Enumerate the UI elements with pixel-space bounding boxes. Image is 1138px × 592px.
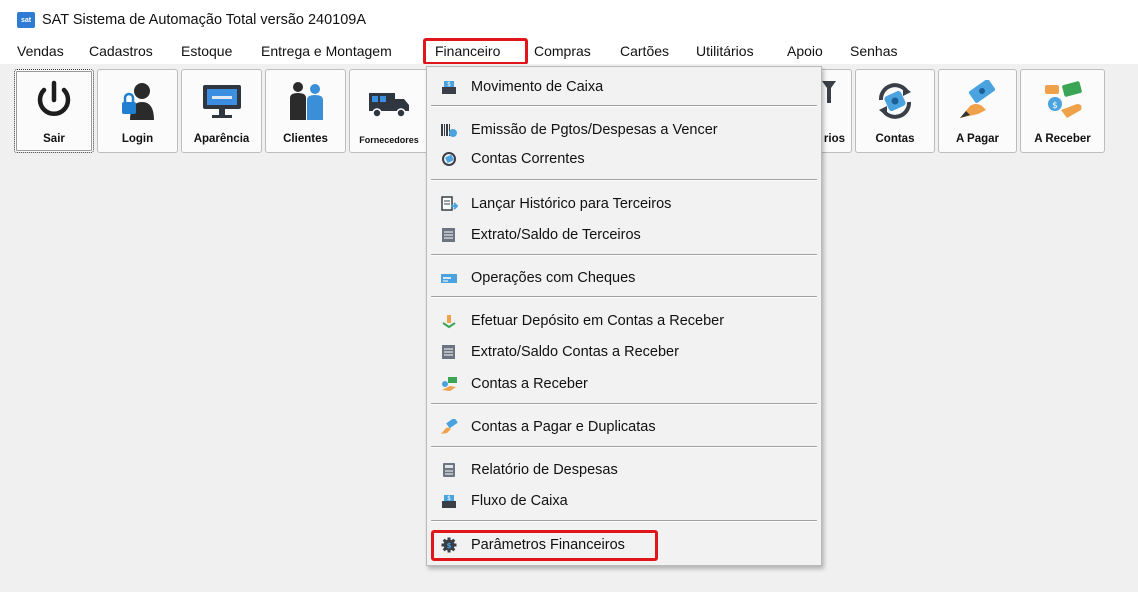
money-hand-icon [439,418,459,436]
menu-item-label: Parâmetros Financeiros [471,537,625,553]
report-icon [439,461,459,479]
menu-cadastros[interactable]: Cadastros [89,43,153,59]
menu-separator [431,446,817,448]
menu-item-label: Contas a Pagar e Duplicatas [471,419,656,435]
clients-icon [289,82,323,120]
money-receive-icon [439,375,459,393]
svg-text:$: $ [1052,101,1058,111]
truck-icon [369,93,409,118]
menu-item-contas-correntes[interactable]: Contas Correntes [427,145,821,173]
money-receive-icon: $ [1044,81,1082,118]
menu-financeiro[interactable]: Financeiro [435,43,501,59]
statement-icon [439,343,459,361]
menu-senhas[interactable]: Senhas [850,43,897,59]
reports-icon [822,81,836,103]
toolbar-label: Login [121,133,154,145]
menu-item-efetuar-deposito[interactable]: Efetuar Depósito em Contas a Receber [427,307,821,335]
menu-separator [431,403,817,405]
document-arrow-icon [439,195,459,213]
statement-icon [439,226,459,244]
power-icon [37,80,71,117]
menu-item-fluxo-de-caixa[interactable]: $ Fluxo de Caixa [427,487,821,515]
deposit-icon [439,312,459,330]
menu-item-label: Movimento de Caixa [471,79,604,95]
toolbar-aparencia-button[interactable]: Aparência [181,69,262,153]
toolbar-label: A Receber [1034,133,1091,145]
money-cycle-icon [879,83,911,119]
menu-item-relatorio-despesas[interactable]: Relatório de Despesas [427,456,821,484]
money-hand-icon [959,80,995,118]
menu-item-extrato-receber[interactable]: Extrato/Saldo Contas a Receber [427,338,821,366]
user-lock-icon [121,83,154,120]
toolbar-a-pagar-button[interactable]: A Pagar [938,69,1017,153]
menu-utilitarios[interactable]: Utilitários [696,43,754,59]
menu-separator [431,296,817,298]
menu-separator [431,254,817,256]
menu-item-label: Contas a Receber [471,376,588,392]
menu-item-emissao-pgtos[interactable]: Emissão de Pgtos/Despesas a Vencer [427,116,821,144]
money-cycle-icon [439,150,459,168]
menu-cartoes[interactable]: Cartões [620,43,669,59]
toolbar-login-button[interactable]: Login [97,69,178,153]
menu-vendas[interactable]: Vendas [17,43,64,59]
menu-separator [431,105,817,107]
toolbar-label: Aparência [193,133,250,145]
toolbar-contas-button[interactable]: Contas [855,69,935,153]
toolbar-fornecedores-button[interactable]: Fornecedores [349,69,429,153]
menu-entrega-montagem[interactable]: Entrega e Montagem [261,43,392,59]
menu-item-label: Operações com Cheques [471,270,636,286]
app-logo-icon: sat [17,12,35,28]
window-title: SAT Sistema de Automação Total versão 24… [42,12,367,28]
menu-apoio[interactable]: Apoio [787,43,823,59]
toolbar-label: A Pagar [955,133,1000,145]
menu-item-parametros-financeiros[interactable]: $ Parâmetros Financeiros [427,531,821,559]
check-icon [439,269,459,287]
toolbar-label: Contas [875,133,915,145]
gear-money-icon: $ [439,536,459,554]
toolbar-label: Fornecedores [359,135,419,145]
menu-item-label: Extrato/Saldo de Terceiros [471,227,641,243]
menu-bar: Vendas Cadastros Estoque Entrega e Monta… [0,40,1138,64]
menu-item-contas-a-receber[interactable]: Contas a Receber [427,370,821,398]
monitor-icon [202,85,241,118]
menu-item-label: Lançar Histórico para Terceiros [471,196,672,212]
toolbar-label: rios [823,133,845,145]
menu-item-label: Contas Correntes [471,151,585,167]
svg-text:$: $ [447,542,452,550]
menu-item-label: Fluxo de Caixa [471,493,568,509]
menu-item-label: Emissão de Pgtos/Despesas a Vencer [471,122,718,138]
menu-item-movimento-de-caixa[interactable]: $ Movimento de Caixa [427,73,821,101]
svg-text:$: $ [447,81,451,88]
financeiro-dropdown-menu: $ Movimento de Caixa Emissão de Pgtos/De… [426,66,822,566]
toolbar-clientes-button[interactable]: Clientes [265,69,346,153]
menu-item-label: Efetuar Depósito em Contas a Receber [471,313,725,329]
menu-item-operacoes-cheques[interactable]: Operações com Cheques [427,264,821,292]
menu-compras[interactable]: Compras [534,43,591,59]
menu-item-contas-a-pagar[interactable]: Contas a Pagar e Duplicatas [427,413,821,441]
toolbar-label: Clientes [283,133,328,145]
title-bar: sat SAT Sistema de Automação Total versã… [0,0,1138,40]
menu-estoque[interactable]: Estoque [181,43,232,59]
menu-item-lancar-historico[interactable]: Lançar Histórico para Terceiros [427,190,821,218]
menu-separator [431,520,817,522]
toolbar-sair-button[interactable]: Sair [14,69,94,153]
menu-item-extrato-terceiros[interactable]: Extrato/Saldo de Terceiros [427,221,821,249]
toolbar-label: Sair [43,133,65,145]
toolbar-a-receber-button[interactable]: $ A Receber [1020,69,1105,153]
menu-item-label: Extrato/Saldo Contas a Receber [471,344,679,360]
menu-separator [431,179,817,181]
svg-text:$: $ [447,495,451,502]
cash-register-icon: $ [439,492,459,510]
cash-register-icon: $ [439,78,459,96]
menu-item-label: Relatório de Despesas [471,462,618,478]
barcode-icon [439,121,459,139]
